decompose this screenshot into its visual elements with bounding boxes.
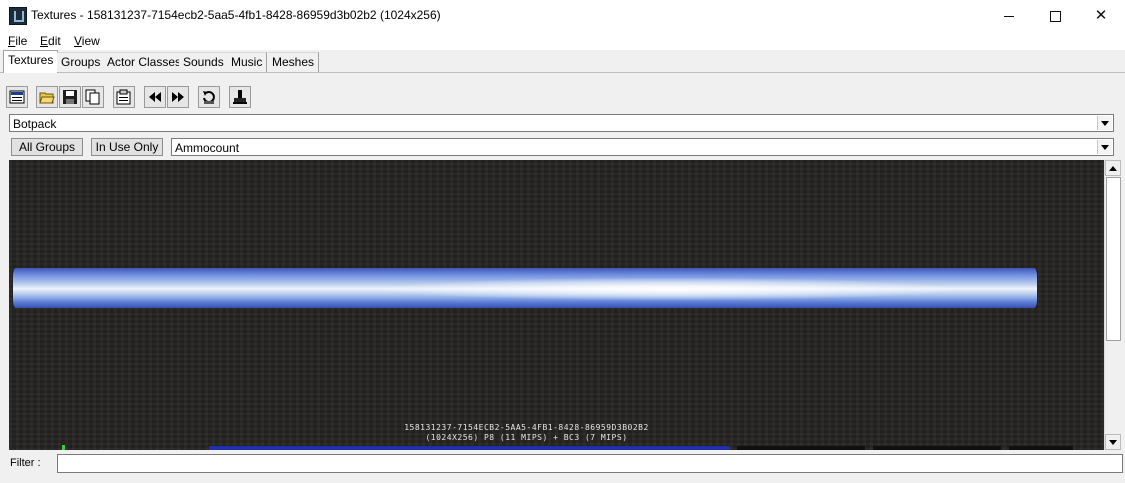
- tab-groups[interactable]: Groups: [57, 52, 106, 72]
- texture-highlight: [389, 278, 949, 300]
- properties-button[interactable]: [6, 86, 28, 108]
- scroll-up-icon[interactable]: [1105, 160, 1121, 176]
- filter-input[interactable]: [57, 454, 1123, 473]
- save-icon: [63, 90, 77, 104]
- copy-button[interactable]: [82, 86, 104, 108]
- package-dropdown[interactable]: Botpack: [9, 114, 1114, 132]
- chevron-down-icon[interactable]: [1097, 116, 1112, 130]
- import-icon: [233, 90, 247, 104]
- menu-bar: File Edit View: [0, 31, 1125, 50]
- in-use-only-button[interactable]: In Use Only: [91, 138, 163, 156]
- menu-edit[interactable]: Edit: [40, 34, 61, 48]
- texture-info-caption: (1024X256) P8 (11 MIPS) + BC3 (7 MIPS): [425, 433, 628, 442]
- import-button[interactable]: [229, 86, 251, 108]
- texture-name-caption: 158131237-7154ECB2-5AA5-4FB1-8428-86959D…: [404, 423, 649, 432]
- scroll-down-icon[interactable]: [1105, 434, 1121, 450]
- tab-strip: Textures Groups Actor Classes Sounds Mus…: [0, 50, 1125, 73]
- thumbnail-bar[interactable]: [873, 446, 1001, 450]
- properties-icon: [9, 90, 25, 104]
- vertical-scrollbar[interactable]: [1104, 160, 1121, 450]
- tab-actor-classes[interactable]: Actor Classes: [103, 52, 187, 72]
- tab-music[interactable]: Music: [227, 52, 268, 72]
- previous-icon: [149, 92, 161, 102]
- texture-viewport[interactable]: 158131237-7154ECB2-5AA5-4FB1-8428-86959D…: [9, 160, 1104, 450]
- group-value: Ammocount: [175, 141, 240, 155]
- minimize-icon: [1004, 15, 1014, 17]
- selected-thumbnail-bar[interactable]: [209, 446, 730, 450]
- open-button[interactable]: [36, 86, 58, 108]
- menu-view[interactable]: View: [74, 34, 100, 48]
- filter-label: Filter :: [10, 457, 41, 469]
- next-icon: [172, 92, 184, 102]
- window-title: Textures - 158131237-7154ecb2-5aa5-4fb1-…: [31, 8, 441, 22]
- tab-sounds[interactable]: Sounds: [179, 52, 229, 72]
- unreal-editor-icon: [9, 7, 27, 25]
- package-value: Botpack: [13, 117, 57, 131]
- settings-button[interactable]: [113, 86, 135, 108]
- copy-icon: [85, 89, 100, 105]
- close-icon: ✕: [1094, 7, 1108, 24]
- title-bar: Textures - 158131237-7154ecb2-5aa5-4fb1-…: [0, 0, 1125, 31]
- open-icon: [39, 92, 55, 104]
- thumbnail-bar[interactable]: [737, 446, 865, 450]
- settings-icon: [116, 89, 131, 105]
- tab-textures[interactable]: Textures: [3, 50, 59, 73]
- chevron-down-icon[interactable]: [1097, 140, 1112, 154]
- tab-meshes[interactable]: Meshes: [268, 52, 320, 72]
- refresh-icon: [203, 91, 215, 104]
- thumbnail-bar[interactable]: [1009, 446, 1073, 450]
- close-button[interactable]: ✕: [1078, 0, 1124, 31]
- all-groups-button[interactable]: All Groups: [11, 138, 83, 156]
- minimize-button[interactable]: [986, 0, 1032, 31]
- next-button[interactable]: [167, 86, 189, 108]
- thumbnail-marker: [62, 445, 65, 450]
- maximize-icon: [1049, 10, 1061, 22]
- save-button[interactable]: [59, 86, 81, 108]
- menu-file[interactable]: File: [8, 34, 27, 48]
- group-dropdown[interactable]: Ammocount: [171, 138, 1114, 156]
- refresh-button[interactable]: [198, 86, 220, 108]
- scrollbar-thumb[interactable]: [1106, 177, 1121, 341]
- maximize-button[interactable]: [1032, 0, 1078, 31]
- previous-button[interactable]: [144, 86, 166, 108]
